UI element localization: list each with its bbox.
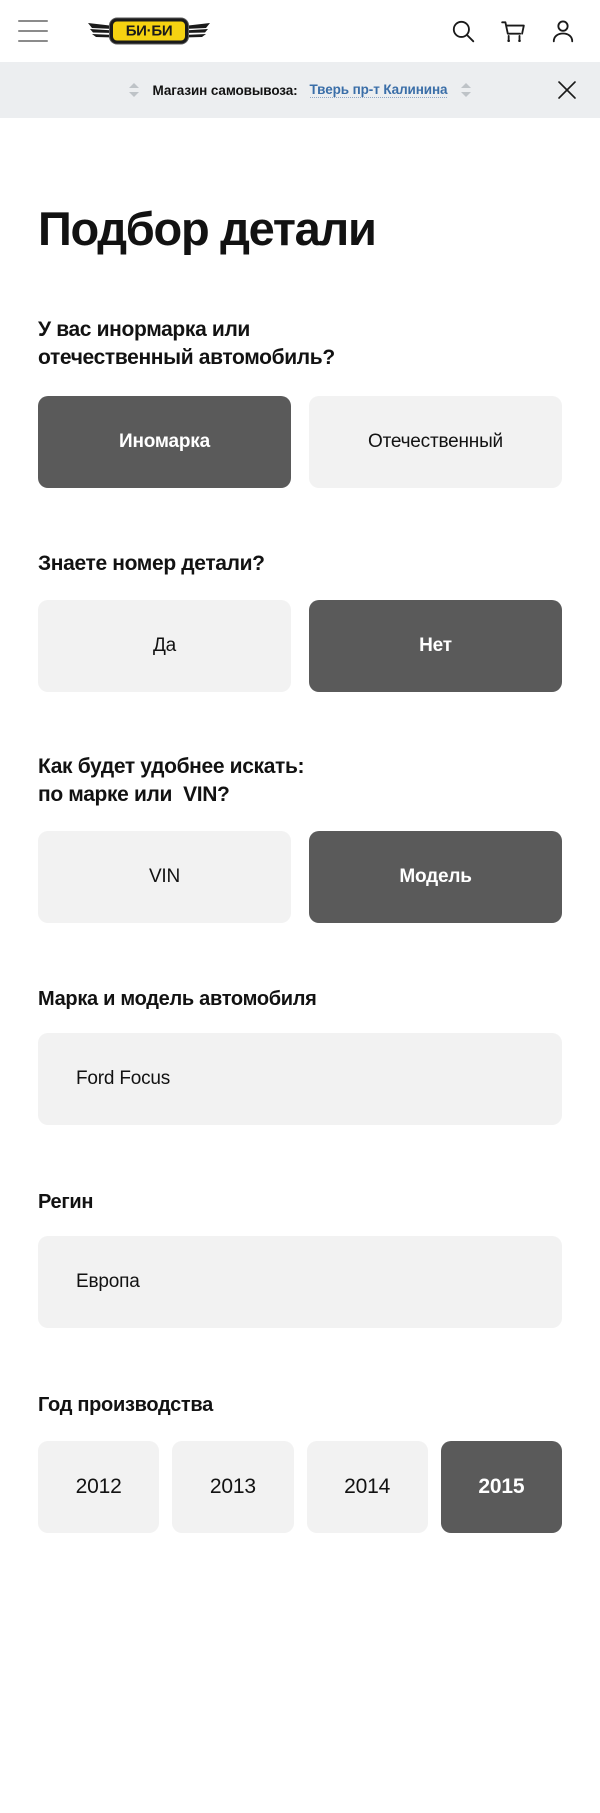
cart-icon[interactable] [500, 18, 526, 44]
choice-row-vehicle-origin: Иномарка Отечественный [38, 395, 562, 488]
close-icon[interactable] [556, 79, 578, 101]
field-region[interactable]: Европа [38, 1235, 562, 1328]
user-account-icon[interactable] [550, 18, 576, 44]
label-brand-model: Марка и модель автомобиля [38, 987, 317, 1010]
pickup-store-label: Магазин самовывоза: [152, 82, 298, 98]
question-know-part-number: Знаете номер детали? [38, 551, 265, 575]
search-icon[interactable] [450, 18, 476, 44]
hamburger-bar [18, 20, 48, 22]
part-finder-form: Подбор детали У вас инормарка или отечес… [0, 204, 600, 1533]
question-search-method: Как будет удобнее искать: по марке или V… [38, 754, 305, 806]
choice-row-search-method: VIN Модель [38, 830, 562, 923]
year-chip-2013[interactable]: 2013 [172, 1440, 294, 1533]
pickup-store-bar: Магазин самовывоза: Тверь пр-т Калинина [0, 62, 600, 118]
hamburger-bar [18, 40, 48, 42]
label-year: Год производства [38, 1393, 213, 1416]
choice-vin[interactable]: VIN [38, 830, 291, 923]
question-vehicle-origin: У вас инормарка или отечественный автомо… [38, 318, 335, 370]
header-actions [450, 18, 576, 44]
choice-inomarka[interactable]: Иномарка [38, 395, 291, 488]
year-chip-2015[interactable]: 2015 [440, 1440, 562, 1533]
pickup-store-value[interactable]: Тверь пр-т Калинина [309, 82, 448, 98]
hamburger-menu-icon[interactable] [18, 20, 48, 42]
choice-yes[interactable]: Да [38, 599, 291, 692]
year-row: 2012 2013 2014 2015 [38, 1440, 562, 1533]
site-logo[interactable]: БИ·БИ [88, 13, 210, 49]
choice-row-know-part-number: Да Нет [38, 599, 562, 692]
choice-no[interactable]: Нет [309, 599, 562, 692]
choice-model[interactable]: Модель [309, 830, 562, 923]
choice-otechestvenny[interactable]: Отечественный [309, 395, 562, 488]
spinner-updown-icon[interactable] [459, 82, 473, 98]
pickup-store-content: Магазин самовывоза: Тверь пр-т Калинина [127, 82, 474, 98]
label-region: Регин [38, 1190, 94, 1213]
year-chip-2012[interactable]: 2012 [38, 1440, 160, 1533]
hamburger-bar [18, 30, 48, 32]
spinner-updown-icon[interactable] [127, 82, 141, 98]
logo-plate: БИ·БИ [110, 18, 188, 44]
year-chip-2014[interactable]: 2014 [306, 1440, 428, 1533]
page-title: Подбор детали [38, 202, 377, 255]
field-brand-model[interactable]: Ford Focus [38, 1032, 562, 1125]
site-header: БИ·БИ [0, 0, 600, 62]
